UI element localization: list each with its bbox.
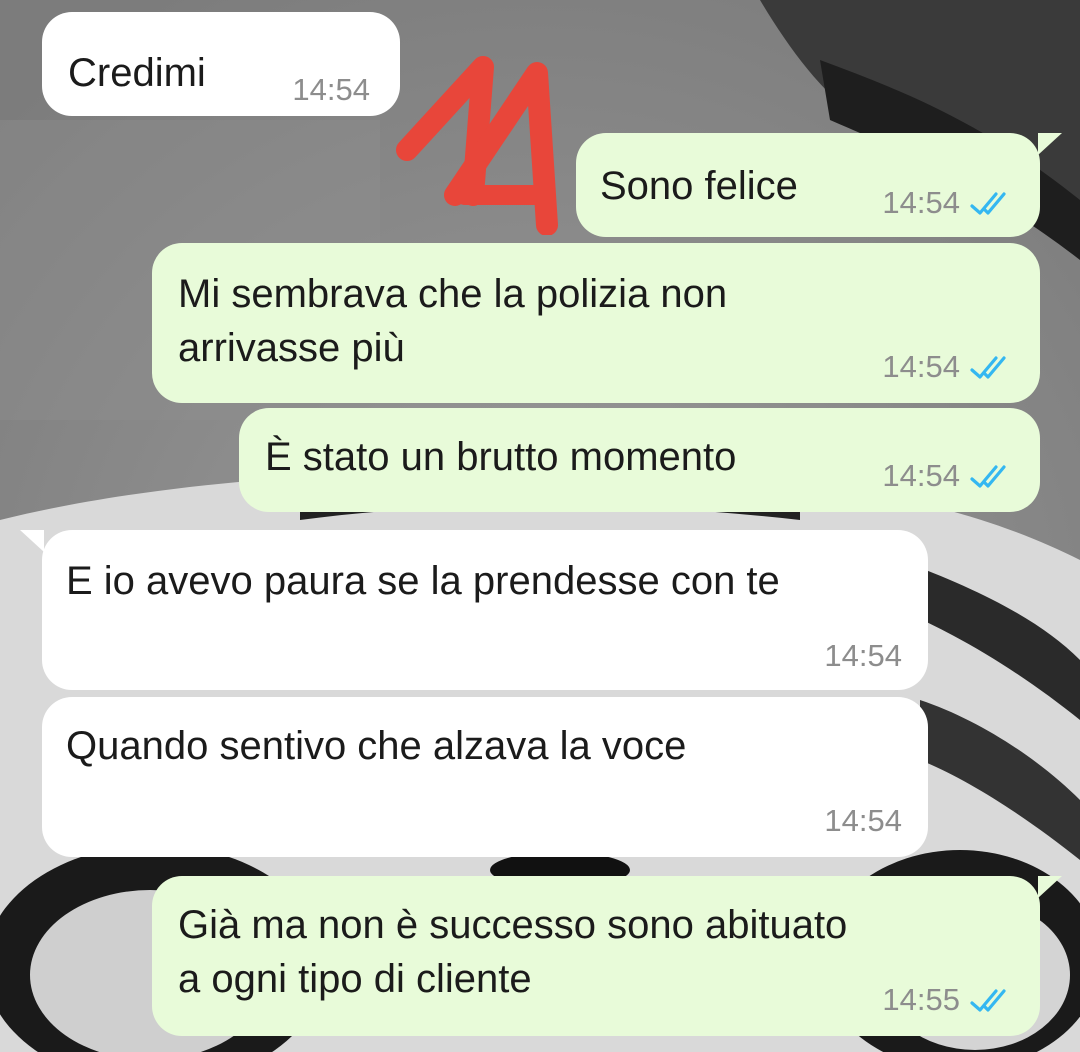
bubble-tail <box>1038 133 1062 155</box>
message-time: 14:54 <box>882 185 960 220</box>
message-bubble-outgoing[interactable]: Già ma non è successo sono abituato a og… <box>152 876 1040 1036</box>
message-meta: 14:54 <box>882 349 1014 385</box>
bubble-tail <box>20 530 44 552</box>
double-check-icon <box>970 190 1014 216</box>
message-bubble-outgoing[interactable]: Mi sembrava che la polizia non arrivasse… <box>152 243 1040 403</box>
message-bubble-incoming[interactable]: Credimi 14:54 <box>42 12 400 116</box>
double-check-icon <box>970 354 1014 380</box>
message-meta: 14:55 <box>882 982 1014 1018</box>
bubble-tail <box>1038 876 1062 898</box>
message-time: 14:55 <box>882 982 960 1017</box>
message-bubble-incoming[interactable]: Quando sentivo che alzava la voce 14:54 <box>42 697 928 857</box>
message-text: Mi sembrava che la polizia non arrivasse… <box>178 272 728 370</box>
double-check-icon <box>970 987 1014 1013</box>
message-text: È stato un brutto momento <box>265 435 737 479</box>
message-text: Credimi <box>68 51 206 95</box>
message-time: 14:54 <box>292 72 370 107</box>
message-text: E io avevo paura se la prendesse con te <box>66 559 780 603</box>
message-text: Già ma non è successo sono abituato a og… <box>178 903 848 1001</box>
message-time: 14:54 <box>824 803 902 838</box>
message-meta: 14:54 <box>882 458 1014 494</box>
message-bubble-outgoing[interactable]: È stato un brutto momento 14:54 <box>239 408 1040 512</box>
message-meta: 14:54 <box>824 638 902 674</box>
message-text: Quando sentivo che alzava la voce <box>66 724 687 768</box>
message-time: 14:54 <box>882 458 960 493</box>
message-bubble-incoming[interactable]: E io avevo paura se la prendesse con te … <box>42 530 928 690</box>
message-time: 14:54 <box>882 349 960 384</box>
message-time: 14:54 <box>824 638 902 673</box>
annotation-scribble <box>396 56 558 235</box>
message-meta: 14:54 <box>882 185 1014 221</box>
message-meta: 14:54 <box>824 803 902 839</box>
message-bubble-outgoing[interactable]: Sono felice 14:54 <box>576 133 1040 237</box>
double-check-icon <box>970 463 1014 489</box>
message-text: Sono felice <box>600 164 798 208</box>
message-meta: 14:54 <box>292 72 370 108</box>
